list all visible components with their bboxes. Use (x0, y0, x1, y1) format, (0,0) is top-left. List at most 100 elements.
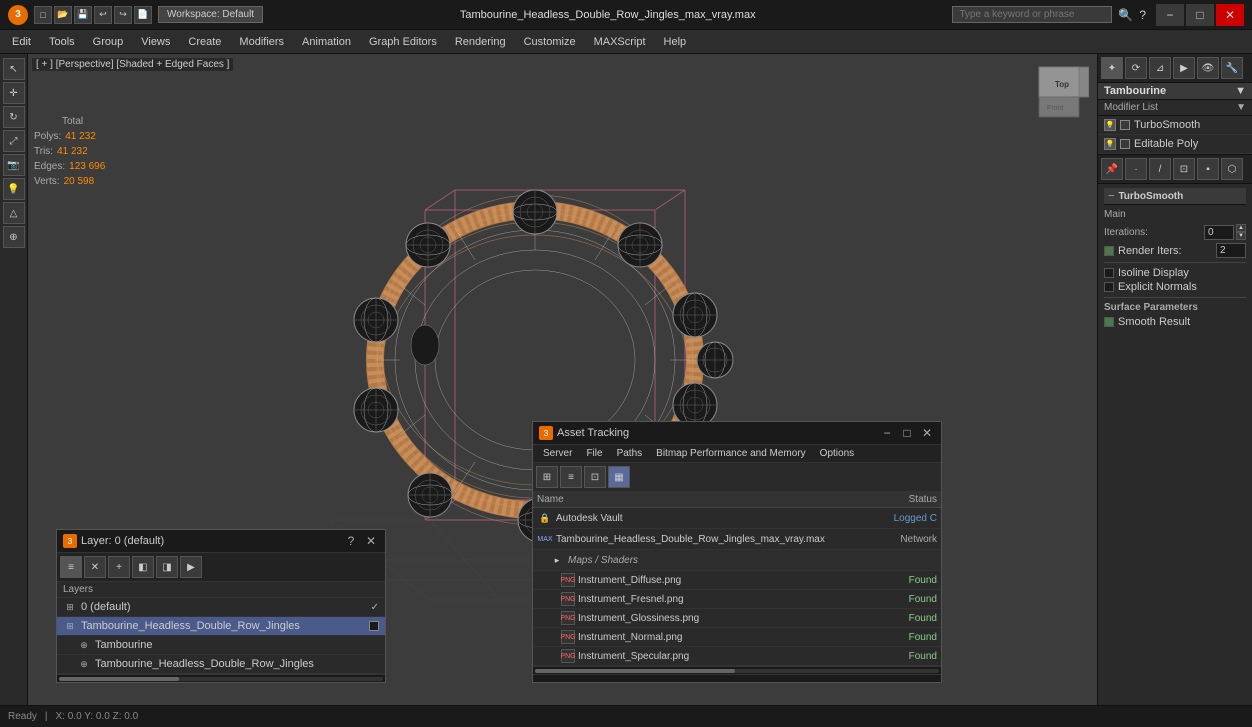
modifier-editable-poly[interactable]: 💡 Editable Poly (1098, 135, 1252, 154)
layers-list-view-button[interactable]: ≡ (60, 556, 82, 578)
layers-hide-button[interactable]: ◨ (156, 556, 178, 578)
layer-item[interactable]: ⊞ Tambourine_Headless_Double_Row_Jingles (57, 617, 385, 636)
ts-iterations-spinner[interactable]: ▲ ▼ (1204, 224, 1246, 240)
asset-menu-file[interactable]: File (580, 447, 608, 460)
menu-rendering[interactable]: Rendering (447, 34, 514, 50)
layers-delete-button[interactable]: ✕ (84, 556, 106, 578)
ts-render-iters-checkbox[interactable] (1104, 246, 1114, 256)
rp-icon-motion[interactable]: ▶ (1173, 57, 1195, 79)
search-icon[interactable]: 🔍 (1118, 8, 1133, 22)
viewport-label[interactable]: [ + ] [Perspective] [Shaded + Edged Face… (32, 58, 233, 71)
modifier-list-arrow[interactable]: ▼ (1236, 102, 1246, 113)
rp-vertex-button[interactable]: · (1125, 158, 1147, 180)
ts-render-iters-input[interactable] (1216, 243, 1246, 258)
asset-row-specular[interactable]: PNG Instrument_Specular.png Found (533, 647, 941, 666)
scrollbar-track (535, 669, 939, 673)
ts-smooth-result-checkbox[interactable] (1104, 317, 1114, 327)
asset-scrollbar[interactable] (533, 666, 941, 674)
asset-row-glossiness[interactable]: PNG Instrument_Glossiness.png Found (533, 609, 941, 628)
menu-tools[interactable]: Tools (41, 34, 83, 50)
menu-graph-editors[interactable]: Graph Editors (361, 34, 445, 50)
rp-pin-button[interactable]: 📌 (1101, 158, 1123, 180)
rp-icon-utilities[interactable]: 🔧 (1221, 57, 1243, 79)
tool-select[interactable]: ↖ (3, 58, 25, 80)
asset-menu-options[interactable]: Options (814, 447, 860, 460)
asset-maximize-button[interactable]: □ (899, 425, 915, 441)
rp-icon-create[interactable]: ✦ (1101, 57, 1123, 79)
menu-create[interactable]: Create (180, 34, 229, 50)
asset-tb-btn3[interactable]: ⊡ (584, 466, 606, 488)
minimize-button[interactable]: − (1156, 4, 1184, 26)
save-icon[interactable]: 💾 (74, 6, 92, 24)
asset-tb-btn4[interactable]: ▦ (608, 466, 630, 488)
rp-icon-hierarchy[interactable]: ⊿ (1149, 57, 1171, 79)
asset-menu-bitmap[interactable]: Bitmap Performance and Memory (650, 447, 812, 460)
tool-helper[interactable]: ⊕ (3, 226, 25, 248)
menu-modifiers[interactable]: Modifiers (231, 34, 292, 50)
asset-row-normal[interactable]: PNG Instrument_Normal.png Found (533, 628, 941, 647)
tool-camera[interactable]: 📷 (3, 154, 25, 176)
maximize-button[interactable]: □ (1186, 4, 1214, 26)
ts-toggle[interactable]: − (1108, 190, 1114, 202)
asset-bottom-scrollbar[interactable] (533, 674, 941, 682)
file-icon[interactable]: 📄 (134, 6, 152, 24)
ts-iterations-input[interactable] (1204, 225, 1234, 240)
asset-row-max[interactable]: MAX Tambourine_Headless_Double_Row_Jingl… (533, 529, 941, 550)
ts-explicit-checkbox[interactable] (1104, 282, 1114, 292)
ts-up-arrow[interactable]: ▲ (1236, 224, 1246, 232)
rp-edge-button[interactable]: / (1149, 158, 1171, 180)
layers-play-button[interactable]: ▶ (180, 556, 202, 578)
layers-close-button[interactable]: ✕ (363, 533, 379, 549)
menu-animation[interactable]: Animation (294, 34, 359, 50)
asset-row-fresnel[interactable]: PNG Instrument_Fresnel.png Found (533, 590, 941, 609)
layers-freeze-button[interactable]: ◧ (132, 556, 154, 578)
menu-edit[interactable]: Edit (4, 34, 39, 50)
new-icon[interactable]: □ (34, 6, 52, 24)
modifier-checkbox[interactable] (1120, 139, 1130, 149)
asset-menu-server[interactable]: Server (537, 447, 578, 460)
modifier-checkbox[interactable] (1120, 120, 1130, 130)
rp-icon-modify[interactable]: ⟳ (1125, 57, 1147, 79)
tool-shape[interactable]: △ (3, 202, 25, 224)
menu-help[interactable]: Help (656, 34, 695, 50)
asset-menu-paths[interactable]: Paths (611, 447, 649, 460)
nav-cube[interactable]: Top Front (1029, 62, 1089, 122)
modifier-turbosmooth[interactable]: 💡 TurboSmooth (1098, 116, 1252, 135)
layers-help-button[interactable]: ? (343, 533, 359, 549)
ts-isoline-checkbox[interactable] (1104, 268, 1114, 278)
asset-row-vault[interactable]: 🔒 Autodesk Vault Logged C (533, 508, 941, 529)
rp-icon-display[interactable]: 👁 (1197, 57, 1219, 79)
asset-tb-btn1[interactable]: ⊞ (536, 466, 558, 488)
menu-views[interactable]: Views (133, 34, 178, 50)
viewport[interactable]: [ + ] [Perspective] [Shaded + Edged Face… (28, 54, 1097, 705)
rp-element-button[interactable]: ⬡ (1221, 158, 1243, 180)
layer-sub-item[interactable]: ⊕ Tambourine_Headless_Double_Row_Jingles (57, 655, 385, 674)
menu-maxscript[interactable]: MAXScript (586, 34, 654, 50)
layers-add-button[interactable]: + (108, 556, 130, 578)
asset-row-maps[interactable]: ▸ Maps / Shaders (533, 550, 941, 571)
tool-move[interactable]: ✛ (3, 82, 25, 104)
ts-down-arrow[interactable]: ▼ (1236, 232, 1246, 240)
close-button[interactable]: ✕ (1216, 4, 1244, 26)
undo-icon[interactable]: ↩ (94, 6, 112, 24)
object-name-arrow[interactable]: ▼ (1235, 85, 1246, 97)
menu-group[interactable]: Group (85, 34, 132, 50)
tool-light[interactable]: 💡 (3, 178, 25, 200)
asset-close-button[interactable]: ✕ (919, 425, 935, 441)
rp-border-button[interactable]: ⊡ (1173, 158, 1195, 180)
tool-scale[interactable]: ⤢ (3, 130, 25, 152)
open-icon[interactable]: 📂 (54, 6, 72, 24)
workspace-button[interactable]: Workspace: Default (158, 6, 263, 23)
layers-scrollbar[interactable] (57, 674, 385, 682)
help-icon[interactable]: ? (1139, 8, 1146, 22)
layer-sub-item[interactable]: ⊕ Tambourine (57, 636, 385, 655)
asset-tb-btn2[interactable]: ≡ (560, 466, 582, 488)
asset-minimize-button[interactable]: − (879, 425, 895, 441)
menu-customize[interactable]: Customize (516, 34, 584, 50)
search-input[interactable] (952, 6, 1112, 23)
asset-row-diffuse[interactable]: PNG Instrument_Diffuse.png Found (533, 571, 941, 590)
rp-poly-button[interactable]: ▪ (1197, 158, 1219, 180)
redo-icon[interactable]: ↪ (114, 6, 132, 24)
layer-item[interactable]: ⊞ 0 (default) ✓ (57, 598, 385, 617)
tool-rotate[interactable]: ↻ (3, 106, 25, 128)
